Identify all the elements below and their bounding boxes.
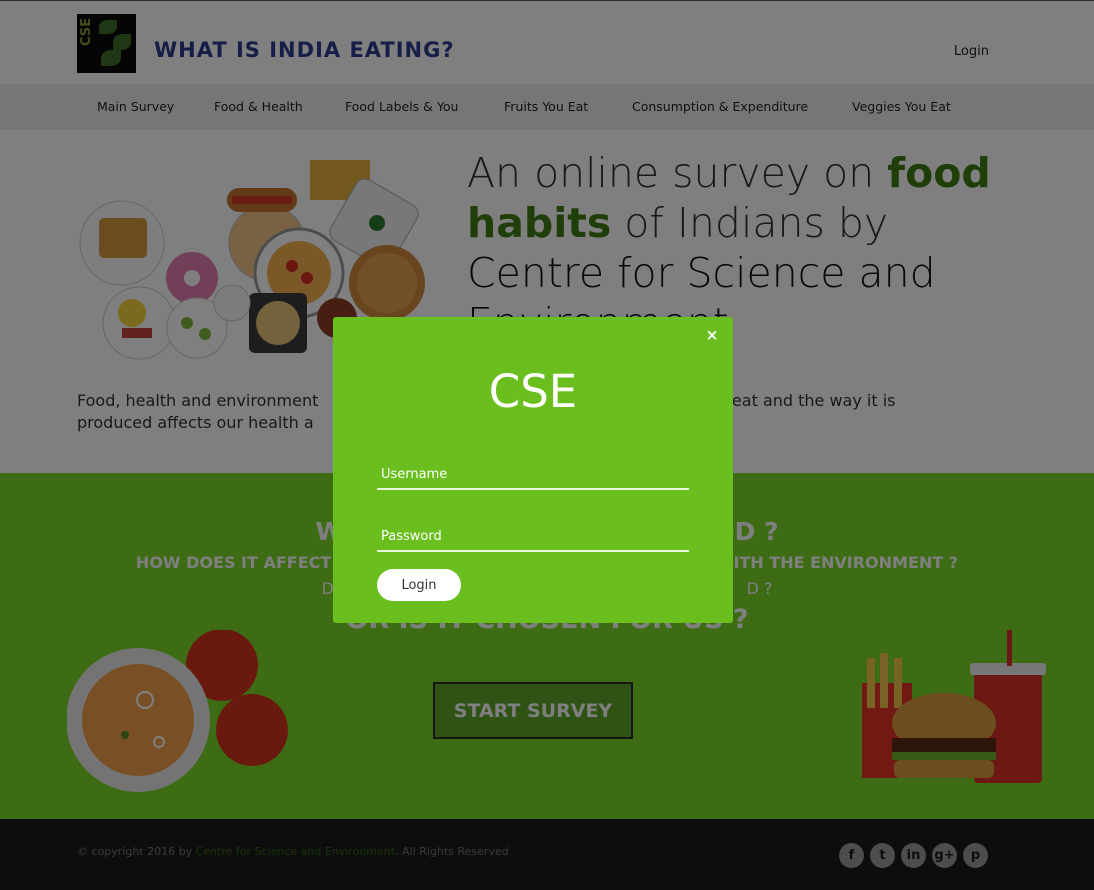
username-field-wrapper (377, 460, 689, 490)
login-button[interactable]: Login (377, 569, 461, 601)
password-input[interactable] (377, 522, 689, 550)
modal-title: CSE (488, 365, 578, 418)
login-modal: × CSE Login (333, 317, 733, 623)
password-field-wrapper (377, 522, 689, 552)
close-icon[interactable]: × (705, 327, 719, 343)
username-input[interactable] (377, 460, 689, 488)
